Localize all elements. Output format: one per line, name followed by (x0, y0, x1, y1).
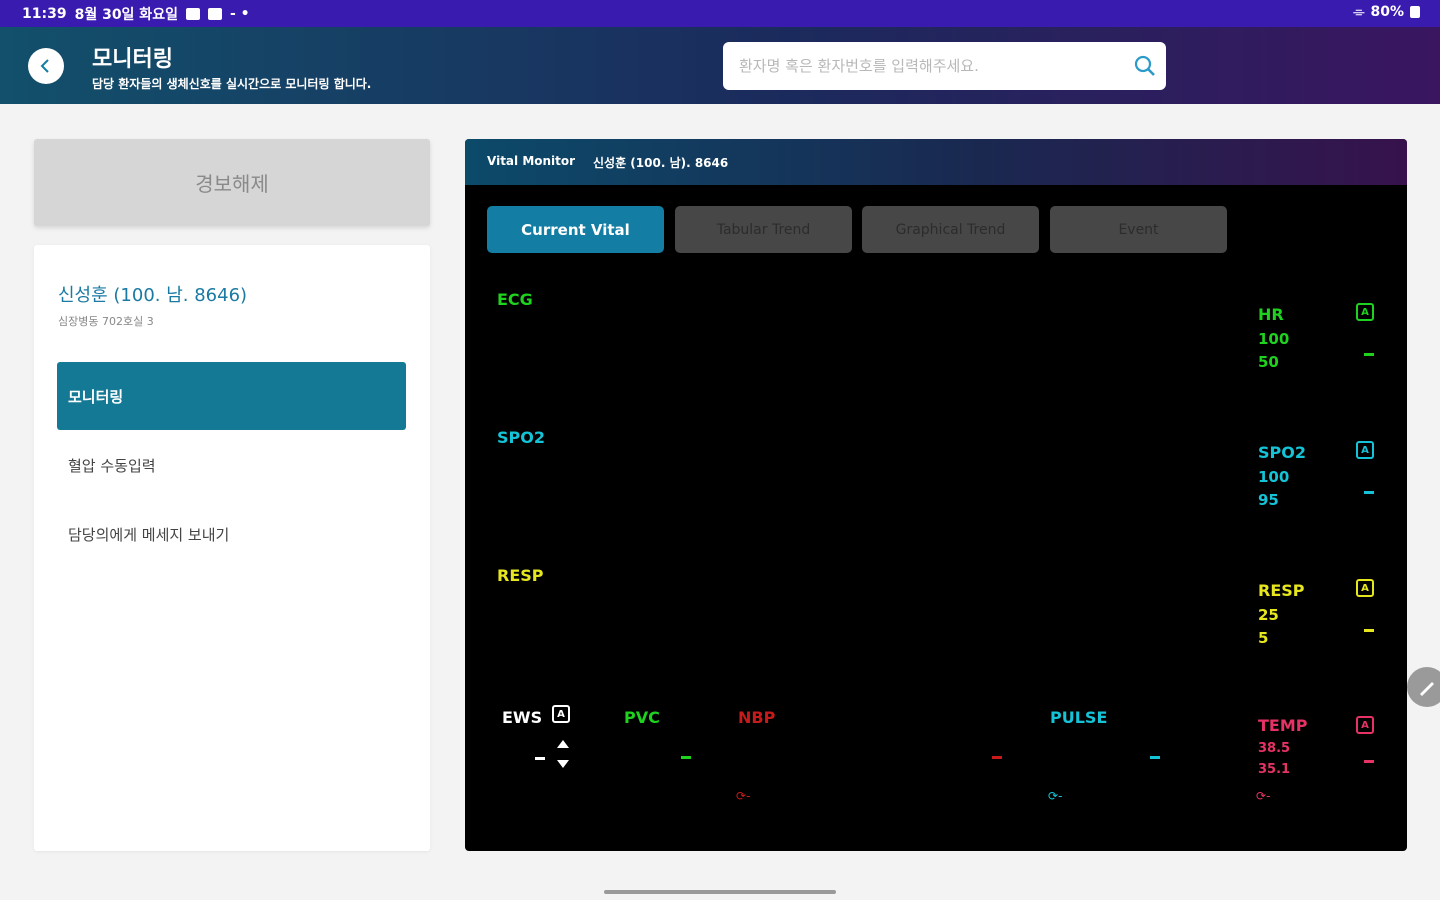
message-notification-icon (207, 8, 222, 20)
search-input[interactable] (739, 54, 1119, 78)
menu-item-send-message[interactable]: 담당의에게 메세지 보내기 (57, 500, 406, 568)
hr-label: HR (1258, 305, 1284, 324)
status-date: 8월 30일 화요일 (74, 7, 178, 23)
ews-value (535, 757, 545, 760)
home-gesture-handle[interactable] (604, 890, 836, 894)
alarm-reset-button[interactable]: 경보해제 (34, 139, 430, 226)
spo2-alarm-icon[interactable]: A (1356, 441, 1374, 459)
temp-alarm-icon[interactable]: A (1356, 716, 1374, 734)
back-button[interactable] (28, 48, 64, 84)
spo2-label: SPO2 (1258, 443, 1306, 462)
tab-current-vital[interactable]: Current Vital (487, 206, 664, 253)
app-header: 모니터링 담당 환자들의 생체신호를 실시간으로 모니터링 합니다. (0, 27, 1440, 104)
resp-high-limit: 25 (1258, 606, 1279, 624)
status-bar: 11:39 8월 30일 화요일 - • ⌯ 80% (0, 0, 1440, 27)
search-icon[interactable] (1132, 53, 1158, 79)
battery-level: 80% (1370, 4, 1404, 20)
monitor-patient: 신성훈 (100. 남). 8646 (593, 156, 729, 170)
ews-label: EWS (502, 708, 543, 727)
temp-high-limit: 38.5 (1258, 741, 1291, 756)
monitor-header: Vital Monitor 신성훈 (100. 남). 8646 (465, 139, 1407, 185)
ews-alarm-icon[interactable]: A (552, 705, 570, 723)
tab-event[interactable]: Event (1050, 206, 1227, 253)
spo2-wave-label: SPO2 (497, 428, 545, 447)
tab-graphical-trend[interactable]: Graphical Trend (862, 206, 1039, 253)
pulse-label: PULSE (1050, 708, 1108, 727)
menu-item-bp-input[interactable]: 혈압 수동입력 (57, 431, 406, 499)
nbp-label: NBP (738, 708, 776, 727)
more-notifications-icon: - • (229, 6, 250, 22)
resp-alarm-icon[interactable]: A (1356, 579, 1374, 597)
page-title: 모니터링 (92, 47, 173, 72)
patient-name: 신성훈 (100. 남. 8646) (58, 285, 248, 306)
nbp-value (992, 756, 1002, 759)
menu-item-monitoring[interactable]: 모니터링 (57, 362, 406, 430)
hr-high-limit: 100 (1258, 330, 1290, 348)
hr-value (1364, 353, 1374, 356)
resp-value (1364, 629, 1374, 632)
temp-low-limit: 35.1 (1258, 762, 1291, 777)
battery-icon (1410, 6, 1420, 18)
temp-label: TEMP (1258, 716, 1308, 735)
resp-label: RESP (1258, 581, 1305, 600)
page-subtitle: 담당 환자들의 생체신호를 실시간으로 모니터링 합니다. (92, 77, 372, 91)
monitor-title: Vital Monitor (487, 154, 576, 168)
pvc-label: PVC (624, 708, 660, 727)
hr-low-limit: 50 (1258, 353, 1279, 371)
temp-cycle-icon: ⟳- (1256, 789, 1271, 803)
spo2-value (1364, 491, 1374, 494)
resp-wave-label: RESP (497, 566, 544, 585)
pen-icon (1420, 682, 1434, 696)
hr-alarm-icon[interactable]: A (1356, 303, 1374, 321)
patient-panel: 신성훈 (100. 남. 8646) 심장병동 702호실 3 모니터링 혈압 … (34, 245, 430, 851)
search-box (723, 42, 1166, 90)
tab-tabular-trend[interactable]: Tabular Trend (675, 206, 852, 253)
status-time: 11:39 (22, 6, 67, 22)
pulse-cycle-icon: ⟳- (1048, 789, 1063, 803)
vital-monitor: Vital Monitor 신성훈 (100. 남). 8646 Current… (465, 139, 1407, 851)
gallery-notification-icon (185, 8, 200, 20)
wifi-icon: ⌯ (1353, 4, 1365, 20)
nbp-cycle-icon: ⟳- (736, 789, 751, 803)
temp-value (1364, 760, 1374, 763)
pvc-value (681, 756, 691, 759)
pulse-value (1150, 756, 1160, 759)
edit-pen-button[interactable] (1407, 667, 1440, 707)
ews-stepper-icon[interactable] (556, 738, 570, 770)
patient-ward: 심장병동 702호실 3 (58, 315, 154, 328)
chevron-left-icon (40, 59, 49, 73)
ecg-wave-label: ECG (497, 290, 533, 309)
resp-low-limit: 5 (1258, 629, 1269, 647)
spo2-low-limit: 95 (1258, 491, 1279, 509)
spo2-high-limit: 100 (1258, 468, 1290, 486)
